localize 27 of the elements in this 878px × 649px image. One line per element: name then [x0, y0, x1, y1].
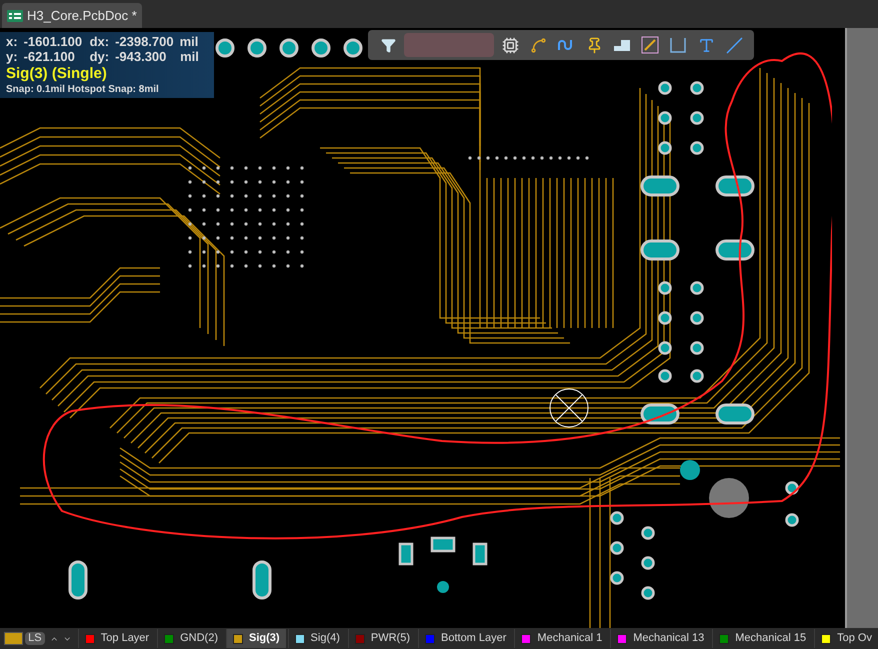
- layer-tab[interactable]: Top Ov: [814, 629, 878, 648]
- layer-tab[interactable]: Sig(4): [288, 629, 346, 648]
- x-unit: mil: [180, 34, 198, 49]
- dx-value: -2398.700: [115, 34, 174, 49]
- layer-tab[interactable]: GND(2): [157, 629, 224, 648]
- y-unit: mil: [180, 49, 199, 64]
- ls-button[interactable]: LS: [25, 632, 45, 645]
- y-value: -621.100: [24, 49, 76, 64]
- tab-title: H3_Core.PcbDoc *: [27, 6, 137, 25]
- layer-tab[interactable]: Sig(3): [226, 629, 286, 648]
- current-layer-swatch[interactable]: [4, 632, 24, 645]
- pcb-document-icon: [7, 10, 23, 22]
- layer-tab[interactable]: Mechanical 15: [712, 629, 812, 648]
- layer-tab[interactable]: Mechanical 1: [514, 629, 608, 648]
- document-tab[interactable]: H3_Core.PcbDoc *: [2, 3, 142, 28]
- snap-info: Snap: 0.1mil Hotspot Snap: 8mil: [6, 83, 160, 96]
- y-label: y:: [6, 49, 18, 64]
- dx-label: dx:: [90, 34, 110, 49]
- layer-mode-label: Sig(3) (Single): [6, 64, 108, 83]
- x-label: x:: [6, 34, 18, 49]
- layer-tab[interactable]: PWR(5): [348, 629, 416, 648]
- dy-value: -943.300: [115, 49, 168, 64]
- layer-tab[interactable]: Top Layer: [78, 629, 156, 648]
- layer-tab[interactable]: Mechanical 13: [610, 629, 710, 648]
- x-value: -1601.100: [24, 34, 84, 49]
- layer-tab[interactable]: Bottom Layer: [418, 629, 512, 648]
- dy-label: dy:: [90, 49, 110, 64]
